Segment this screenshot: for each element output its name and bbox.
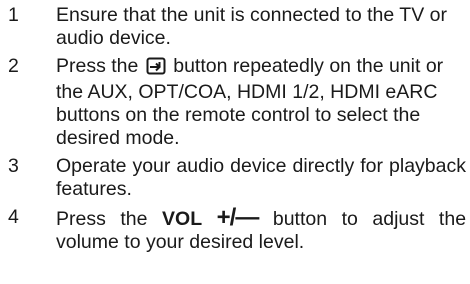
step-text: Press the button repeatedly on the unit …: [56, 55, 466, 150]
step-4: 4 Press the VOL +/— button to adjust the…: [0, 206, 470, 254]
step-text-before: Press the: [56, 208, 148, 230]
step-3: 3 Operate your audio device directly for…: [0, 155, 470, 201]
step-number: 1: [8, 4, 19, 26]
step-1: 1 Ensure that the unit is connected to t…: [0, 4, 470, 50]
step-text-before: Press the: [56, 55, 139, 77]
plus-minus-symbol: +/—: [216, 204, 260, 231]
step-text: Operate your audio device directly for p…: [56, 155, 466, 200]
step-number: 2: [8, 55, 19, 77]
step-2: 2 Press the button repeatedly on the uni…: [0, 55, 470, 150]
step-text: Press the VOL +/— button to adjust the v…: [56, 206, 466, 254]
vol-button-label: VOL: [162, 208, 203, 230]
input-source-icon: [146, 57, 166, 81]
instruction-steps: 1 Ensure that the unit is connected to t…: [0, 4, 470, 259]
step-number: 3: [8, 155, 19, 177]
step-number: 4: [8, 206, 19, 228]
step-text: Ensure that the unit is connected to the…: [56, 4, 447, 49]
